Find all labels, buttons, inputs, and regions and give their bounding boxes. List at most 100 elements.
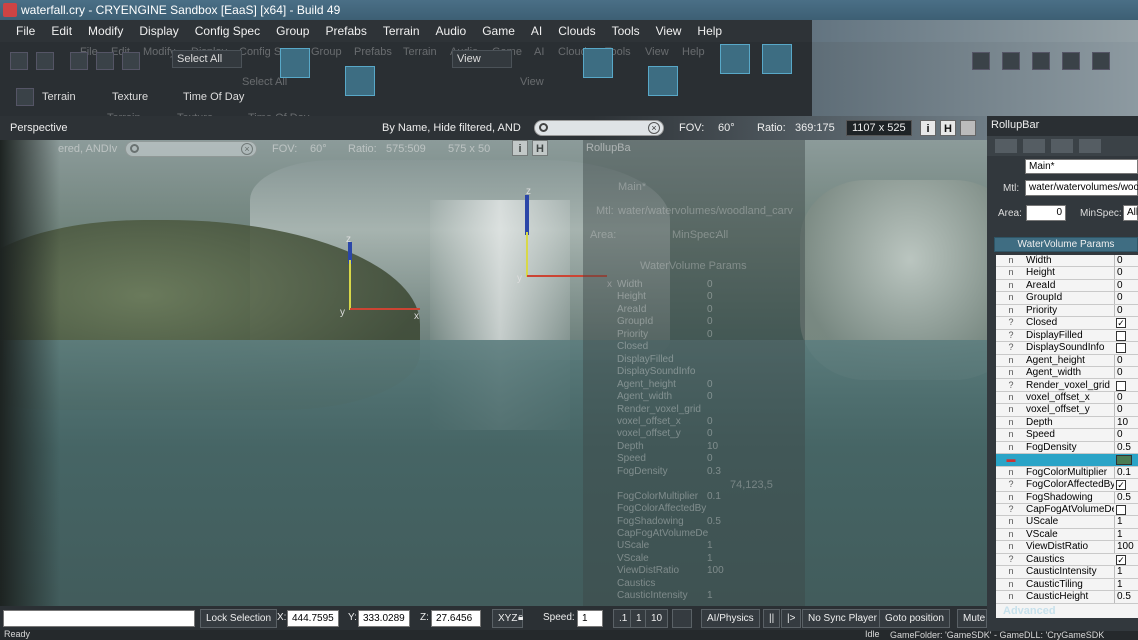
pause-button[interactable]: ||: [763, 609, 781, 628]
property-checkbox[interactable]: ✓: [1116, 554, 1126, 565]
menu-help[interactable]: Help: [689, 24, 730, 38]
menu-file[interactable]: File: [8, 24, 43, 38]
property-value[interactable]: 100: [1114, 541, 1138, 554]
property-row[interactable]: n UScale 1: [996, 516, 1138, 529]
viewport-search-input[interactable]: ×: [534, 120, 664, 136]
align-to-object-icon[interactable]: [762, 44, 792, 74]
console-icon[interactable]: [1032, 52, 1050, 70]
clear-search-icon[interactable]: ×: [648, 122, 660, 134]
property-row[interactable]: n CausticTiling 1: [996, 578, 1138, 592]
property-row[interactable]: n Height 0: [996, 267, 1138, 280]
property-row[interactable]: ? CapFogAtVolumeDe: [996, 504, 1138, 517]
terrain-button[interactable]: Terrain: [42, 91, 76, 103]
property-row[interactable]: n voxel_offset_y 0: [996, 404, 1138, 417]
fog-color-swatch[interactable]: [1116, 455, 1132, 466]
property-value[interactable]: 0: [1114, 391, 1138, 404]
property-row[interactable]: ? Render_voxel_grid: [996, 380, 1138, 392]
menu-modify[interactable]: Modify: [80, 24, 131, 38]
property-row[interactable]: n Speed 0: [996, 429, 1138, 442]
gizmo2-z-axis[interactable]: [525, 195, 529, 235]
move-tool-icon[interactable]: [280, 48, 310, 78]
property-row[interactable]: n Width 0: [996, 255, 1138, 268]
property-checkbox[interactable]: ✓: [1116, 480, 1126, 491]
property-row[interactable]: n FogShadowing 0.5: [996, 491, 1138, 504]
property-value[interactable]: 0: [1114, 292, 1138, 305]
property-value[interactable]: 1: [1114, 516, 1138, 529]
minspec-dropdown[interactable]: All: [1123, 205, 1138, 221]
viewport-resolution[interactable]: 1107 x 525: [846, 120, 912, 136]
time-of-day-button[interactable]: Time Of Day: [183, 91, 244, 103]
tab-terrain[interactable]: [1023, 139, 1045, 153]
property-checkbox[interactable]: ✓: [1116, 318, 1126, 329]
gizmo-y-axis[interactable]: [349, 260, 351, 310]
unlink-icon[interactable]: [96, 52, 114, 70]
step-button[interactable]: |>: [781, 609, 802, 628]
rotate-tool-icon[interactable]: [345, 66, 375, 96]
viewport-name[interactable]: Perspective: [10, 122, 67, 134]
database-icon[interactable]: [1002, 52, 1020, 70]
menu-terrain[interactable]: Terrain: [375, 24, 428, 38]
property-checkbox[interactable]: [1116, 330, 1126, 341]
property-row[interactable]: n Agent_height 0: [996, 354, 1138, 368]
material-editor-icon[interactable]: [1062, 52, 1080, 70]
property-row[interactable]: n CausticIntensity 1: [996, 566, 1138, 579]
property-row[interactable]: n CausticHeight 0.5: [996, 591, 1138, 604]
property-value[interactable]: 0: [1114, 429, 1138, 442]
tab-layers[interactable]: [1079, 139, 1101, 153]
property-value[interactable]: 0.1: [1114, 466, 1138, 479]
lock-selection-button[interactable]: Lock Selection: [200, 609, 278, 628]
property-row[interactable]: ? DisplaySoundInfo: [996, 342, 1138, 355]
tab-display[interactable]: [1051, 139, 1073, 153]
mute-button[interactable]: Mute: [957, 609, 987, 628]
x-coordinate-input[interactable]: 444.7595: [287, 610, 339, 627]
property-row[interactable]: n FogColorMultiplier 0.1: [996, 466, 1138, 480]
property-checkbox[interactable]: [1116, 505, 1126, 515]
z-coordinate-input[interactable]: 27.6456: [431, 610, 481, 627]
property-value[interactable]: 0: [1114, 279, 1138, 292]
select-icon[interactable]: [122, 52, 140, 70]
property-value[interactable]: 0.5: [1114, 491, 1138, 504]
property-value[interactable]: 10: [1114, 416, 1138, 429]
property-value[interactable]: 1: [1114, 528, 1138, 541]
property-row[interactable]: n VScale 1: [996, 528, 1138, 542]
property-value[interactable]: 0: [1114, 267, 1138, 280]
property-row[interactable]: n Depth 10: [996, 416, 1138, 430]
menu-audio[interactable]: Audio: [428, 24, 475, 38]
property-value[interactable]: 0: [1114, 255, 1138, 267]
advanced-section-toggle[interactable]: Advanced: [1003, 605, 1056, 617]
perspective-viewport[interactable]: ered, ANDIv × FOV: 60° Ratio: 575:509 57…: [0, 140, 987, 606]
property-value[interactable]: 1: [1114, 566, 1138, 579]
menu-display[interactable]: Display: [131, 24, 186, 38]
flowgraph-icon[interactable]: [1092, 52, 1110, 70]
menu-group[interactable]: Group: [268, 24, 317, 38]
info-button[interactable]: i: [920, 120, 936, 136]
y-coordinate-input[interactable]: 333.0289: [358, 610, 410, 627]
gizmo-x-axis[interactable]: [350, 308, 420, 310]
property-value[interactable]: 0: [1114, 367, 1138, 380]
speed-input[interactable]: 1: [577, 610, 603, 627]
terrain-snap-icon[interactable]: [720, 44, 750, 74]
undo-icon[interactable]: [10, 52, 28, 70]
property-row[interactable]: n Priority 0: [996, 304, 1138, 318]
maximize-viewport-icon[interactable]: [960, 120, 976, 136]
property-value[interactable]: 1: [1114, 578, 1138, 591]
redo-icon[interactable]: [36, 52, 54, 70]
tab-objects[interactable]: [995, 139, 1017, 153]
property-value[interactable]: 0.5: [1114, 591, 1138, 604]
watervolume-params-header[interactable]: WaterVolume Params: [994, 237, 1138, 252]
property-row[interactable]: ? Caustics ✓: [996, 554, 1138, 567]
area-spinbox[interactable]: 0: [1026, 205, 1066, 221]
menu-edit[interactable]: Edit: [43, 24, 80, 38]
snap-grid-icon[interactable]: [583, 48, 613, 78]
layer-icon[interactable]: [972, 52, 990, 70]
property-row[interactable]: n GroupId 0: [996, 292, 1138, 305]
property-checkbox[interactable]: [1116, 343, 1126, 354]
property-row[interactable]: n FogDensity 0.5: [996, 441, 1138, 455]
snap-angle-icon[interactable]: [648, 66, 678, 96]
property-row[interactable]: ? FogColorAffectedBy ✓: [996, 479, 1138, 492]
property-value[interactable]: 0.5: [1114, 441, 1138, 454]
lock-icon[interactable]: 🔒︎: [518, 612, 523, 623]
property-row[interactable]: n Agent_width 0: [996, 367, 1138, 380]
menu-prefabs[interactable]: Prefabs: [317, 24, 374, 38]
menu-view[interactable]: View: [648, 24, 690, 38]
